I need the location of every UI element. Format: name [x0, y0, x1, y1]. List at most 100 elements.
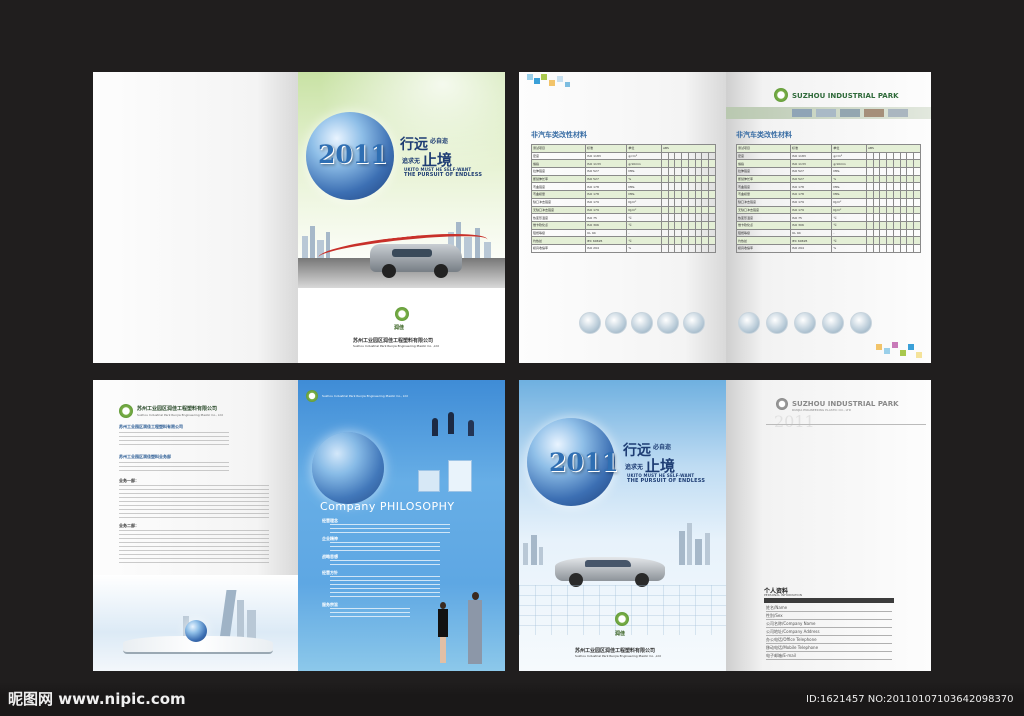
table-cell — [899, 167, 908, 176]
table-cell — [913, 197, 921, 207]
table-cell — [913, 159, 921, 169]
table-cell — [708, 243, 716, 253]
table-row: 弯曲模量 ISO 178 MPa — [530, 190, 716, 199]
table-cell — [701, 167, 710, 176]
runjia-logo — [306, 390, 318, 402]
table-cell — [879, 243, 888, 253]
table-cell — [694, 197, 703, 207]
product-thumb — [579, 312, 601, 334]
table-cell — [701, 236, 710, 245]
table-cell — [899, 213, 908, 222]
table-cell — [701, 205, 710, 215]
table-cell — [866, 151, 874, 161]
table-cell — [892, 236, 901, 245]
product-thumb — [683, 312, 705, 334]
table-cell — [913, 213, 921, 222]
table-cell — [667, 167, 676, 176]
table-cell — [708, 159, 716, 169]
table-cell: ISO 527 — [585, 167, 628, 176]
table-cell — [906, 197, 915, 207]
table-cell — [879, 197, 888, 207]
table-cell — [866, 243, 874, 253]
table-cell — [681, 228, 689, 238]
table-cell — [708, 174, 716, 184]
table-cell — [674, 220, 683, 230]
table-cell: ISO 527 — [790, 174, 833, 184]
sedan-car — [555, 557, 665, 587]
table-cell — [674, 228, 683, 238]
table-cell: ℃ — [831, 236, 867, 245]
businessman — [468, 592, 482, 664]
table-cell — [886, 167, 894, 176]
table-cell: g/10min — [626, 159, 662, 169]
table-row: 弯曲强度 ISO 178 MPa — [530, 182, 716, 192]
table-cell — [681, 197, 689, 207]
table-cell — [674, 190, 683, 199]
table-cell — [661, 243, 669, 253]
table-cell — [866, 236, 874, 245]
table-cell: 维卡软化点 — [735, 220, 792, 230]
table-cell: 断裂伸长率 — [735, 174, 792, 184]
table-row: 缺口冲击强度 ISO 179 KJ/m² — [530, 197, 716, 207]
product-thumb — [738, 312, 760, 334]
table-cell — [866, 220, 874, 230]
table-cell: 灼热丝 — [530, 236, 587, 245]
table-cell — [866, 197, 874, 207]
philosophy-header-en: Suzhou Industrial Park Runjia Engineerin… — [322, 394, 408, 398]
table-cell — [906, 236, 915, 245]
table-cell — [667, 236, 676, 245]
product-thumb — [657, 312, 679, 334]
company-name-cn: 苏州工业园区润佳工程塑料有限公司 — [353, 338, 434, 344]
table-cell — [872, 236, 881, 245]
back-park-title: SUZHOU INDUSTRIAL PARK — [792, 400, 899, 408]
table-cell — [913, 167, 921, 176]
table-row: 热变形温度 ISO 75 ℃ — [735, 213, 921, 222]
table-cell — [906, 213, 915, 222]
table-row: 模具收缩率 ISO 294% — [735, 243, 921, 253]
table-cell: MPa — [831, 167, 867, 176]
table-cell — [886, 243, 894, 253]
table-cell — [708, 151, 716, 161]
table-cell — [899, 205, 908, 215]
table-cell: ISO 178 — [585, 182, 628, 192]
table-cell — [694, 205, 703, 215]
table-row: 热变形温度 ISO 75 ℃ — [530, 213, 716, 222]
table-cell — [872, 213, 881, 222]
form-section-en: PERSONAL INFORMATION — [764, 593, 803, 597]
table-cell: 无缺口冲击强度 — [735, 205, 792, 215]
table-cell — [872, 182, 881, 192]
title-small2: 追求无 — [402, 158, 421, 165]
table-row: 维卡软化点 ISO 306 ℃ — [735, 220, 921, 230]
businesswoman — [438, 602, 448, 664]
table-row: 弯曲模量 ISO 178 MPa — [735, 190, 921, 199]
table-cell — [681, 205, 689, 215]
table-cell — [694, 220, 703, 230]
table-cell — [879, 220, 888, 230]
watermark-site[interactable]: 昵图网 www.nipic.com — [8, 688, 186, 709]
table-cell: 模具收缩率 — [735, 243, 792, 253]
table-cell — [872, 174, 881, 184]
subtitle-en2: THE PURSUIT OF ENDLESS — [627, 478, 706, 484]
table-cell — [913, 220, 921, 230]
table-cell: MPa — [831, 182, 867, 192]
table-cell — [886, 197, 894, 207]
spec-page-right: SUZHOU INDUSTRIAL PARK 非汽车类改性材料 测试项目 标准 单位… — [726, 72, 931, 363]
table-cell — [892, 228, 901, 238]
table-cell — [661, 236, 669, 245]
table-cell: 密度 — [530, 151, 587, 161]
table-cell — [872, 190, 881, 199]
table-cell — [866, 182, 874, 192]
philosophy-title: Company PHILOSOPHY — [320, 500, 455, 513]
table-row: 阻燃等级 UL 94- — [530, 228, 716, 238]
table-cell: 拉伸强度 — [530, 167, 587, 176]
table-cell — [694, 174, 703, 184]
table-cell — [708, 190, 716, 199]
table-cell — [886, 190, 894, 199]
table-cell — [906, 220, 915, 230]
table-cell — [687, 159, 696, 169]
table-cell — [701, 159, 710, 169]
table-cell: 缺口冲击强度 — [735, 197, 792, 207]
table-cell — [906, 205, 915, 215]
table-cell — [687, 228, 696, 238]
table-cell: % — [626, 243, 662, 253]
